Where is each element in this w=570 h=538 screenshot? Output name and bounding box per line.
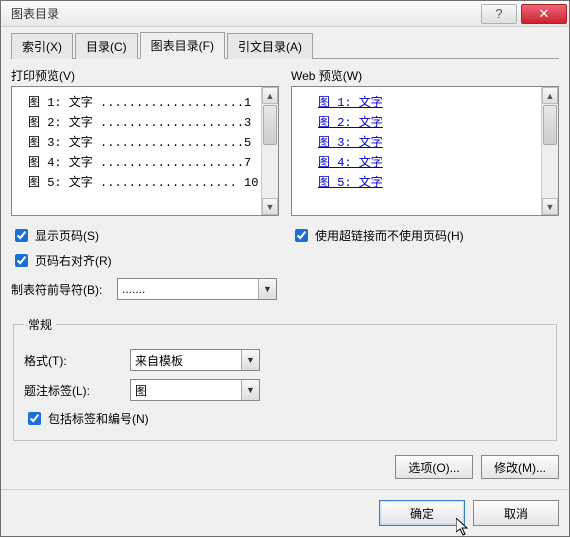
- list-item: 图 1: 文字 ....................1: [28, 93, 274, 113]
- list-item: 图 4: 文字: [308, 153, 554, 173]
- tab-citations[interactable]: 引文目录(A): [227, 33, 313, 59]
- cancel-button[interactable]: 取消: [473, 500, 559, 526]
- caption-label-row: 题注标签(L): ▼: [24, 379, 546, 401]
- checkbox-label: 页码右对齐(R): [35, 252, 112, 269]
- window-title: 图表目录: [11, 5, 481, 22]
- scroll-down-icon[interactable]: ▼: [542, 198, 558, 215]
- list-item: 图 5: 文字 ................... 10: [28, 173, 274, 193]
- help-button[interactable]: ?: [481, 4, 517, 24]
- format-row: 格式(T): ▼: [24, 349, 546, 371]
- web-preview-label: Web 预览(W): [291, 67, 559, 84]
- list-item: 图 4: 文字 ....................7: [28, 153, 274, 173]
- caption-label-combo[interactable]: ▼: [130, 379, 260, 401]
- scrollbar[interactable]: ▲ ▼: [541, 87, 558, 215]
- list-item: 图 2: 文字: [308, 113, 554, 133]
- content-area: 索引(X) 目录(C) 图表目录(F) 引文目录(A) 打印预览(V) 图 1:…: [1, 27, 569, 489]
- close-button[interactable]: ✕: [521, 4, 567, 24]
- tab-leader-row: 制表符前导符(B): ▼: [11, 278, 559, 300]
- list-item: 图 3: 文字: [308, 133, 554, 153]
- checkbox-label: 显示页码(S): [35, 227, 99, 244]
- titlebar: 图表目录 ? ✕: [1, 1, 569, 27]
- chevron-down-icon[interactable]: ▼: [241, 350, 259, 370]
- options-button[interactable]: 选项(O)...: [395, 455, 473, 479]
- scroll-up-icon[interactable]: ▲: [262, 87, 278, 104]
- tab-contents[interactable]: 目录(C): [75, 33, 138, 59]
- scroll-up-icon[interactable]: ▲: [542, 87, 558, 104]
- modify-button[interactable]: 修改(M)...: [481, 455, 559, 479]
- format-combo[interactable]: ▼: [130, 349, 260, 371]
- format-label: 格式(T):: [24, 352, 124, 369]
- checkbox-label: 使用超链接而不使用页码(H): [315, 227, 464, 244]
- checkbox-show-page-numbers[interactable]: 显示页码(S): [11, 226, 279, 245]
- print-preview-column: 打印预览(V) 图 1: 文字 ....................1 图 …: [11, 67, 279, 216]
- list-item: 图 1: 文字: [308, 93, 554, 113]
- checkbox-input[interactable]: [15, 229, 28, 242]
- tab-figure-toc[interactable]: 图表目录(F): [140, 32, 225, 59]
- checkbox-use-hyperlinks[interactable]: 使用超链接而不使用页码(H): [291, 226, 559, 245]
- print-preview-label: 打印预览(V): [11, 67, 279, 84]
- checkbox-input[interactable]: [15, 254, 28, 267]
- dialog-window: 图表目录 ? ✕ 索引(X) 目录(C) 图表目录(F) 引文目录(A) 打印预…: [0, 0, 570, 537]
- tab-strip: 索引(X) 目录(C) 图表目录(F) 引文目录(A): [11, 33, 559, 59]
- list-item: 图 5: 文字: [308, 173, 554, 193]
- general-group: 常规 格式(T): ▼ 题注标签(L): ▼ 包括标签和编号(N): [13, 316, 557, 441]
- general-legend: 常规: [24, 316, 56, 333]
- checkbox-include-label-num[interactable]: 包括标签和编号(N): [24, 409, 546, 428]
- preview-row: 打印预览(V) 图 1: 文字 ....................1 图 …: [11, 67, 559, 216]
- chevron-down-icon[interactable]: ▼: [258, 279, 276, 299]
- left-checks: 显示页码(S) 页码右对齐(R): [11, 226, 279, 270]
- print-preview-listbox[interactable]: 图 1: 文字 ....................1 图 2: 文字 ..…: [11, 86, 279, 216]
- checkbox-label: 包括标签和编号(N): [48, 410, 149, 427]
- list-item: 图 2: 文字 ....................3: [28, 113, 274, 133]
- caption-label-label: 题注标签(L):: [24, 382, 124, 399]
- right-checks: 使用超链接而不使用页码(H): [291, 226, 559, 270]
- chevron-down-icon[interactable]: ▼: [241, 380, 259, 400]
- scroll-thumb[interactable]: [543, 105, 557, 145]
- web-preview-column: Web 预览(W) 图 1: 文字 图 2: 文字 图 3: 文字 图 4: 文…: [291, 67, 559, 216]
- tab-leader-label: 制表符前导符(B):: [11, 281, 111, 298]
- tab-leader-combo[interactable]: ▼: [117, 278, 277, 300]
- dialog-footer: 确定 取消: [1, 489, 569, 536]
- scrollbar[interactable]: ▲ ▼: [261, 87, 278, 215]
- tab-index[interactable]: 索引(X): [11, 33, 73, 59]
- checkbox-row: 显示页码(S) 页码右对齐(R) 使用超链接而不使用页码(H): [11, 226, 559, 270]
- list-item: 图 3: 文字 ....................5: [28, 133, 274, 153]
- checkbox-input[interactable]: [295, 229, 308, 242]
- ok-button[interactable]: 确定: [379, 500, 465, 526]
- options-button-row: 选项(O)... 修改(M)...: [11, 455, 559, 479]
- tab-leader-input[interactable]: [117, 278, 277, 300]
- scroll-thumb[interactable]: [263, 105, 277, 145]
- scroll-down-icon[interactable]: ▼: [262, 198, 278, 215]
- checkbox-right-align[interactable]: 页码右对齐(R): [11, 251, 279, 270]
- checkbox-input[interactable]: [28, 412, 41, 425]
- web-preview-listbox[interactable]: 图 1: 文字 图 2: 文字 图 3: 文字 图 4: 文字 图 5: 文字 …: [291, 86, 559, 216]
